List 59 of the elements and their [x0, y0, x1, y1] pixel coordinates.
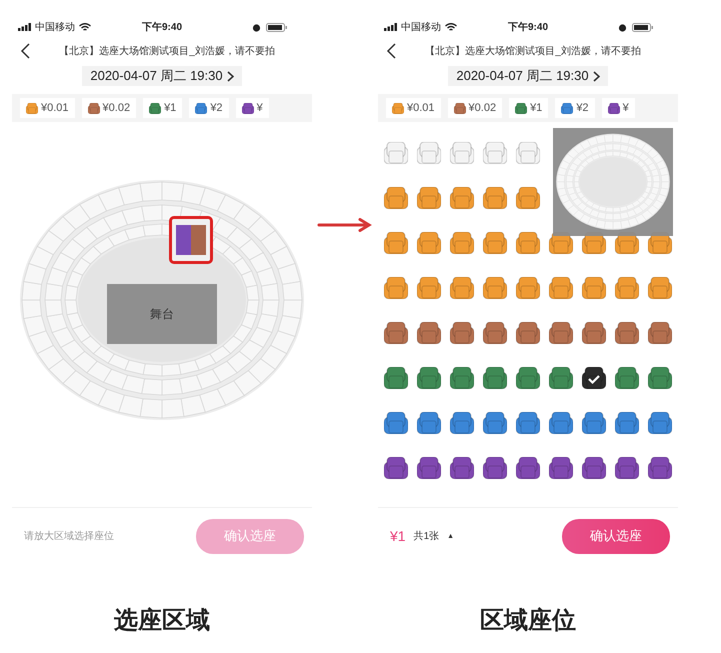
seat[interactable] [549, 457, 573, 479]
seat[interactable] [615, 367, 639, 389]
battery-icon [266, 22, 288, 32]
signal-icon [384, 23, 398, 31]
price-chip[interactable]: ¥0.02 [448, 98, 502, 118]
back-icon[interactable] [386, 43, 396, 59]
status-time: 下午9:40 [508, 20, 548, 34]
price-chip[interactable]: ¥2 [189, 98, 229, 118]
seat[interactable] [483, 457, 507, 479]
seat[interactable] [648, 367, 672, 389]
hint-text: 请放大区域选择座位 [24, 530, 115, 543]
seat[interactable] [615, 457, 639, 479]
price-chip[interactable]: ¥0.01 [20, 98, 75, 118]
carrier-name: 中国移动 [35, 20, 75, 34]
price-chip[interactable]: ¥2 [555, 98, 595, 118]
seat[interactable] [516, 457, 540, 479]
ticket-count: 共1张 [414, 530, 440, 543]
section-icon [176, 223, 206, 257]
seat[interactable] [516, 367, 540, 389]
selected-area[interactable] [169, 216, 213, 264]
seat[interactable] [450, 367, 474, 389]
alarm-icon [618, 22, 627, 32]
date-selector[interactable]: 2020-04-07 周二 19:30 [82, 66, 242, 86]
back-icon[interactable] [20, 43, 30, 59]
seat[interactable] [549, 367, 573, 389]
caption: 区域座位 [480, 606, 576, 636]
seat[interactable] [384, 457, 408, 479]
seat[interactable] [483, 367, 507, 389]
price-chip[interactable]: ¥ [236, 98, 269, 118]
confirm-button[interactable]: 确认选座 [562, 518, 670, 554]
battery-icon [632, 22, 654, 32]
seat[interactable] [450, 457, 474, 479]
chevron-icon [592, 70, 600, 82]
minimap[interactable] [553, 128, 673, 236]
seat[interactable] [384, 367, 408, 389]
seat[interactable] [417, 457, 441, 479]
event-title: 【北京】选座大场馆测试项目_刘浩媛，请不要拍 [58, 44, 276, 58]
wifi-icon [79, 22, 91, 32]
seat[interactable] [417, 367, 441, 389]
seat[interactable] [582, 457, 606, 479]
status-time: 下午9:40 [142, 20, 182, 34]
arrow-icon [317, 218, 373, 232]
price-chip[interactable]: ¥ [602, 98, 635, 118]
price-chip[interactable]: ¥0.02 [82, 98, 136, 118]
date-selector[interactable]: 2020-04-07 周二 19:30 [448, 66, 608, 86]
price-chip[interactable]: ¥1 [143, 98, 182, 118]
event-title: 【北京】选座大场馆测试项目_刘浩媛，请不要拍 [424, 44, 642, 58]
total-price: ¥1 [390, 528, 406, 544]
seat[interactable] [582, 367, 606, 389]
stage-label: 舞台 [107, 284, 217, 344]
price-chip[interactable]: ¥1 [509, 98, 548, 118]
wifi-icon [445, 22, 457, 32]
alarm-icon [252, 22, 261, 32]
chevron-icon [226, 70, 234, 82]
signal-icon [18, 23, 32, 31]
price-chip[interactable]: ¥0.01 [386, 98, 441, 118]
caption: 选座区域 [114, 606, 210, 636]
carrier-name: 中国移动 [401, 20, 441, 34]
seat[interactable] [648, 457, 672, 479]
